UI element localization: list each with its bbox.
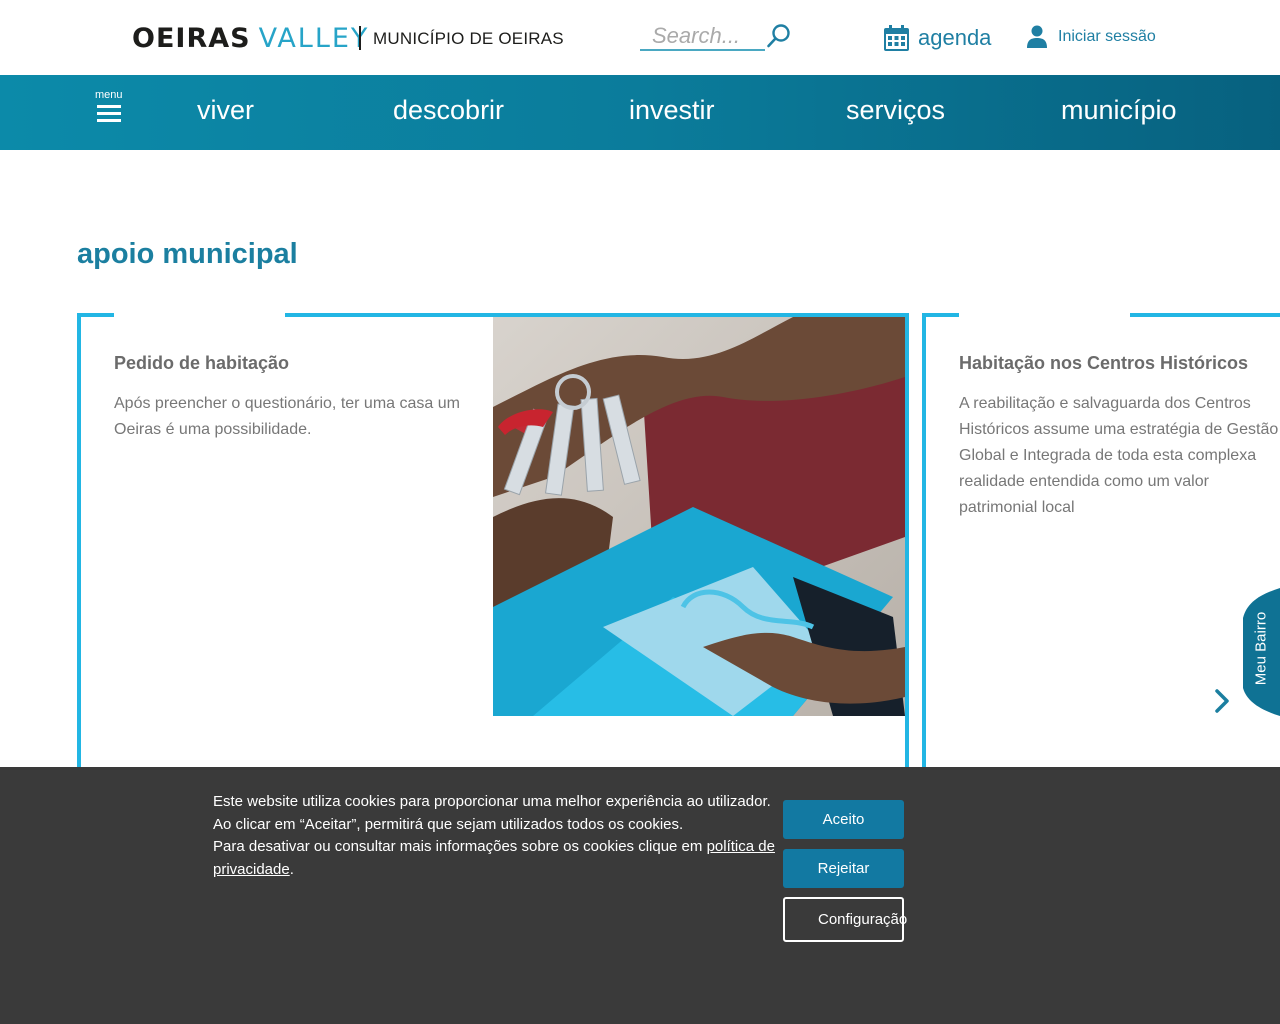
cookie-line: Ao clicar em “Aceitar”, permitirá que se…	[213, 815, 684, 833]
agenda-label: agenda	[918, 25, 992, 50]
logo-valley-text: VALLEY	[258, 22, 370, 54]
logo-divider	[359, 26, 361, 50]
cookie-line: Para desativar ou consultar mais informa…	[213, 836, 779, 881]
logo-oeiras-text: OEIRAS	[132, 22, 251, 54]
search-input[interactable]	[640, 22, 765, 49]
search-icon[interactable]	[766, 23, 792, 49]
meu-bairro-label: Meu Bairro	[1252, 611, 1270, 686]
card-title[interactable]: Habitação nos Centros Históricos	[959, 353, 1248, 374]
menu-label: menu	[95, 89, 123, 101]
top-header: OEIRAS VALLEY MUNICÍPIO DE OEIRAS agenda	[0, 0, 1280, 75]
meu-bairro-tab[interactable]: Meu Bairro	[1241, 588, 1280, 716]
card-border-top	[922, 313, 959, 317]
user-icon	[1027, 25, 1047, 48]
oeiras-valley-logo[interactable]: OEIRAS VALLEY	[132, 22, 369, 54]
chevron-right-icon[interactable]	[1212, 688, 1232, 714]
card-border-top	[1130, 313, 1280, 317]
search-box	[640, 22, 765, 51]
card-description: Após preencher o questionário, ter uma c…	[114, 395, 460, 438]
cookie-line-suffix: .	[289, 860, 294, 878]
keys-photo	[493, 317, 905, 716]
cookie-settings-button[interactable]: Configuração	[783, 897, 907, 942]
section-title: apoio municipal	[77, 238, 298, 270]
card-border-top	[77, 313, 114, 317]
nav-item-descobrir[interactable]: descobrir	[393, 95, 504, 126]
cookie-text: Este website utiliza cookies para propor…	[213, 791, 779, 881]
card-title[interactable]: Pedido de habitação	[114, 353, 289, 374]
reject-cookies-button[interactable]: Rejeitar	[783, 849, 904, 888]
calendar-icon	[884, 25, 909, 51]
nav-item-municipio[interactable]: município	[1061, 95, 1177, 126]
main-nav: menu viver descobrir investir serviços m…	[0, 75, 1280, 150]
cookie-line: Este website utiliza cookies para propor…	[213, 793, 771, 810]
municipio-link[interactable]: MUNICÍPIO DE OEIRAS	[373, 29, 564, 49]
cookie-line-text: Para desativar ou consultar mais informa…	[213, 838, 707, 855]
card-description: A reabilitação e salvaguarda dos Centros…	[959, 395, 1279, 516]
cookie-banner: Este website utiliza cookies para propor…	[0, 767, 1280, 1024]
login-link[interactable]: Iniciar sessão	[1027, 25, 1156, 49]
nav-item-servicos[interactable]: serviços	[846, 95, 945, 126]
agenda-link[interactable]: agenda	[883, 24, 991, 52]
nav-item-viver[interactable]: viver	[197, 95, 254, 126]
login-label: Iniciar sessão	[1058, 28, 1156, 45]
nav-item-investir[interactable]: investir	[629, 95, 715, 126]
accept-cookies-button[interactable]: Aceito	[783, 800, 904, 839]
menu-icon[interactable]	[97, 105, 121, 126]
